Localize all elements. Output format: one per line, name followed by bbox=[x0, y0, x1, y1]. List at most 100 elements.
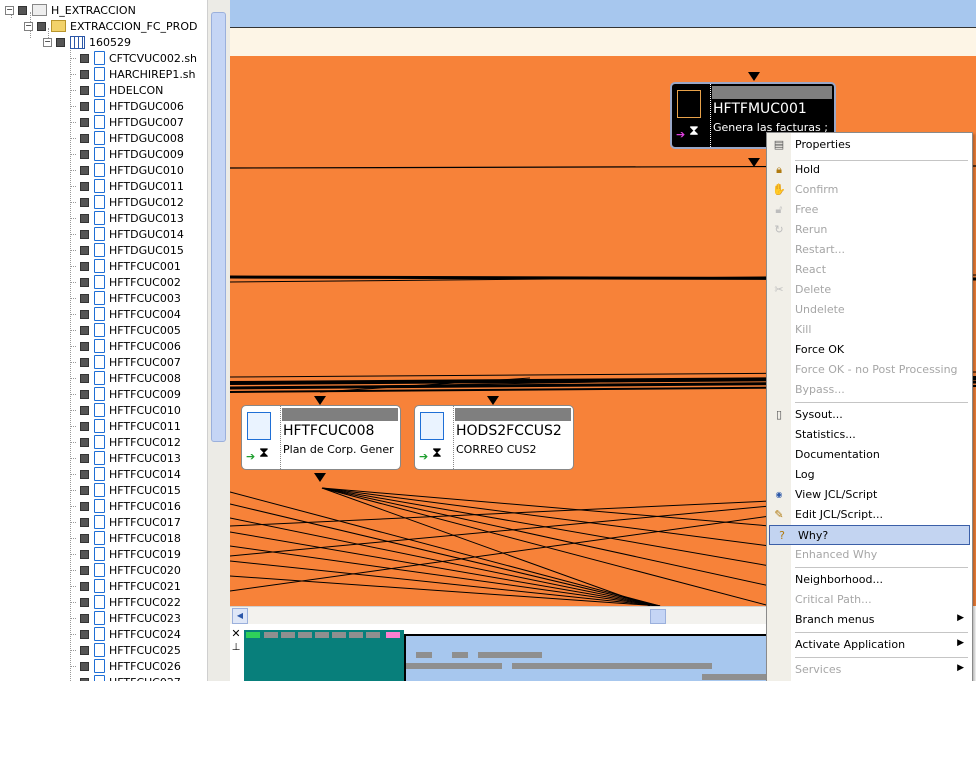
tree-item-job[interactable]: HFTFCUC007 bbox=[70, 354, 181, 370]
why-icon: ? bbox=[779, 529, 785, 542]
tree-item-job[interactable]: HFTFCUC023 bbox=[70, 610, 181, 626]
tree-item-job[interactable]: HFTFCUC020 bbox=[70, 562, 181, 578]
tree-item-job[interactable]: HFTFCUC026 bbox=[70, 658, 181, 674]
menu-item-neighborhood[interactable]: Neighborhood... bbox=[767, 570, 970, 590]
tree-item-job[interactable]: HARCHIREP1.sh bbox=[70, 66, 196, 82]
menu-item-services[interactable]: Services ▶ bbox=[767, 660, 970, 680]
tree-item-job[interactable]: HFTFCUC005 bbox=[70, 322, 181, 338]
tree-item-job[interactable]: HFTFCUC022 bbox=[70, 594, 181, 610]
tree-item-job[interactable]: HFTFCUC010 bbox=[70, 402, 181, 418]
tree-item-job[interactable]: HFTFCUC024 bbox=[70, 626, 181, 642]
job-document-icon bbox=[94, 515, 105, 529]
menu-item-view-jcl[interactable]: ◉ View JCL/Script bbox=[767, 485, 970, 505]
tree-item-job[interactable]: HFTDGUC014 bbox=[70, 226, 184, 242]
tree-item-job[interactable]: HFTFCUC009 bbox=[70, 386, 181, 402]
tree-item-job[interactable]: HFTDGUC007 bbox=[70, 114, 184, 130]
menu-item-label: Free bbox=[795, 203, 819, 216]
tree-item-job[interactable]: HFTFCUC014 bbox=[70, 466, 181, 482]
menu-item-why[interactable]: ? Why? bbox=[769, 525, 970, 545]
menu-item-force-ok[interactable]: Force OK bbox=[767, 340, 970, 360]
menu-item-bypass[interactable]: Bypass... bbox=[767, 380, 970, 400]
overview-viewport[interactable] bbox=[244, 630, 404, 681]
tree-item-job[interactable]: HFTFCUC016 bbox=[70, 498, 181, 514]
tree-item-job[interactable]: HFTDGUC010 bbox=[70, 162, 184, 178]
tree-item-job[interactable]: HFTFCUC012 bbox=[70, 434, 181, 450]
job-node[interactable]: ➔ ⧗ HODS2FCCUS2 CORREO CUS2 bbox=[414, 405, 574, 470]
canvas-horizontal-scrollbar[interactable]: ◀ bbox=[230, 606, 776, 625]
menu-item-documentation[interactable]: Documentation bbox=[767, 445, 970, 465]
menu-item-free[interactable]: 🔓︎ Free bbox=[767, 200, 970, 220]
menu-item-enhanced-why[interactable]: Enhanced Why bbox=[767, 545, 970, 565]
menu-item-react[interactable]: React bbox=[767, 260, 970, 280]
tree-item-job[interactable]: HFTFCUC018 bbox=[70, 530, 181, 546]
scrollbar-thumb[interactable] bbox=[211, 12, 226, 442]
job-document-icon bbox=[94, 131, 105, 145]
pin-icon[interactable]: ⊥ bbox=[230, 642, 242, 653]
tree-item-job[interactable]: HFTFCUC003 bbox=[70, 290, 181, 306]
tree-node-folder[interactable]: − EXTRACCION_FC_PROD bbox=[24, 18, 197, 34]
tree-item-label: HFTFCUC019 bbox=[109, 547, 181, 561]
tree-item-job[interactable]: HFTFCUC019 bbox=[70, 546, 181, 562]
menu-item-label: Critical Path... bbox=[795, 593, 872, 606]
menu-item-critical-path[interactable]: Critical Path... bbox=[767, 590, 970, 610]
tree-item-job[interactable]: HFTDGUC009 bbox=[70, 146, 184, 162]
menu-item-sysout[interactable]: ▯ Sysout... bbox=[767, 405, 970, 425]
tree-node-table[interactable]: − 160529 bbox=[43, 34, 131, 50]
scroll-left-icon[interactable]: ◀ bbox=[232, 608, 248, 624]
tree-item-job[interactable]: HFTFCUC027 bbox=[70, 674, 181, 681]
menu-item-restart[interactable]: Restart... bbox=[767, 240, 970, 260]
overview-cell bbox=[406, 663, 502, 669]
tree-item-job[interactable]: HFTDGUC006 bbox=[70, 98, 184, 114]
status-square-icon bbox=[80, 69, 89, 79]
net-overview-panel[interactable]: ✕ ⊥ bbox=[230, 624, 778, 681]
status-square-icon bbox=[80, 341, 89, 351]
menu-item-delete[interactable]: ✂ Delete bbox=[767, 280, 970, 300]
collapse-icon[interactable]: − bbox=[24, 21, 33, 31]
overview-cell bbox=[366, 632, 380, 638]
tree-item-job[interactable]: HFTDGUC013 bbox=[70, 210, 184, 226]
menu-item-confirm[interactable]: ✋ Confirm bbox=[767, 180, 970, 200]
menu-item-activate-application[interactable]: Activate Application ▶ bbox=[767, 635, 970, 655]
job-document-icon bbox=[94, 195, 105, 209]
menu-item-label: View JCL/Script bbox=[795, 488, 878, 501]
tree-item-job[interactable]: HFTFCUC004 bbox=[70, 306, 181, 322]
tree-item-job[interactable]: HFTFCUC013 bbox=[70, 450, 181, 466]
tree-item-job[interactable]: HFTDGUC011 bbox=[70, 178, 184, 194]
tree-item-job[interactable]: HFTFCUC017 bbox=[70, 514, 181, 530]
tree-item-job[interactable]: HFTFCUC006 bbox=[70, 338, 181, 354]
status-square-icon bbox=[80, 629, 89, 639]
tree-item-job[interactable]: HFTDGUC012 bbox=[70, 194, 184, 210]
tree-item-job[interactable]: HFTFCUC011 bbox=[70, 418, 181, 434]
tree-item-job[interactable]: HFTDGUC015 bbox=[70, 242, 184, 258]
tree-item-job[interactable]: HFTFCUC008 bbox=[70, 370, 181, 386]
menu-item-undelete[interactable]: Undelete bbox=[767, 300, 970, 320]
tree-item-job[interactable]: HDELCON bbox=[70, 82, 163, 98]
scrollbar-thumb[interactable] bbox=[650, 609, 666, 624]
menu-item-branch-menus[interactable]: Branch menus ▶ bbox=[767, 610, 970, 630]
tree-item-job[interactable]: HFTFCUC015 bbox=[70, 482, 181, 498]
menu-item-rerun[interactable]: ↻ Rerun bbox=[767, 220, 970, 240]
collapse-icon[interactable]: − bbox=[5, 5, 14, 15]
menu-item-edit-jcl[interactable]: ✎ Edit JCL/Script... bbox=[767, 505, 970, 525]
menu-item-kill[interactable]: Kill bbox=[767, 320, 970, 340]
tree-scrollbar[interactable] bbox=[207, 0, 230, 681]
tree-item-label: HFTDGUC012 bbox=[109, 195, 184, 209]
menu-item-properties[interactable]: ▤ Properties bbox=[767, 135, 970, 155]
job-description: Plan de Corp. Gener bbox=[283, 443, 394, 456]
menu-item-statistics[interactable]: Statistics... bbox=[767, 425, 970, 445]
overview-map[interactable] bbox=[404, 634, 778, 681]
tree-item-job[interactable]: CFTCVUC002.sh bbox=[70, 50, 197, 66]
tree-node-root[interactable]: − H_EXTRACCION bbox=[5, 2, 136, 18]
tree-item-job[interactable]: HFTDGUC008 bbox=[70, 130, 184, 146]
menu-item-force-ok-no-post-processing[interactable]: Force OK - no Post Processing bbox=[767, 360, 970, 380]
tree-item-job[interactable]: HFTFCUC021 bbox=[70, 578, 181, 594]
menu-item-hold[interactable]: 🔒︎ Hold bbox=[767, 160, 970, 180]
tree-item-job[interactable]: HFTFCUC025 bbox=[70, 642, 181, 658]
close-icon[interactable]: ✕ bbox=[230, 628, 242, 640]
job-node[interactable]: ➔ ⧗ HFTFCUC008 Plan de Corp. Gener bbox=[241, 405, 401, 470]
collapse-icon[interactable]: − bbox=[43, 37, 52, 47]
menu-item-label: Activate Application bbox=[795, 638, 906, 651]
tree-item-job[interactable]: HFTFCUC002 bbox=[70, 274, 181, 290]
menu-item-log[interactable]: Log bbox=[767, 465, 970, 485]
tree-item-job[interactable]: HFTFCUC001 bbox=[70, 258, 181, 274]
